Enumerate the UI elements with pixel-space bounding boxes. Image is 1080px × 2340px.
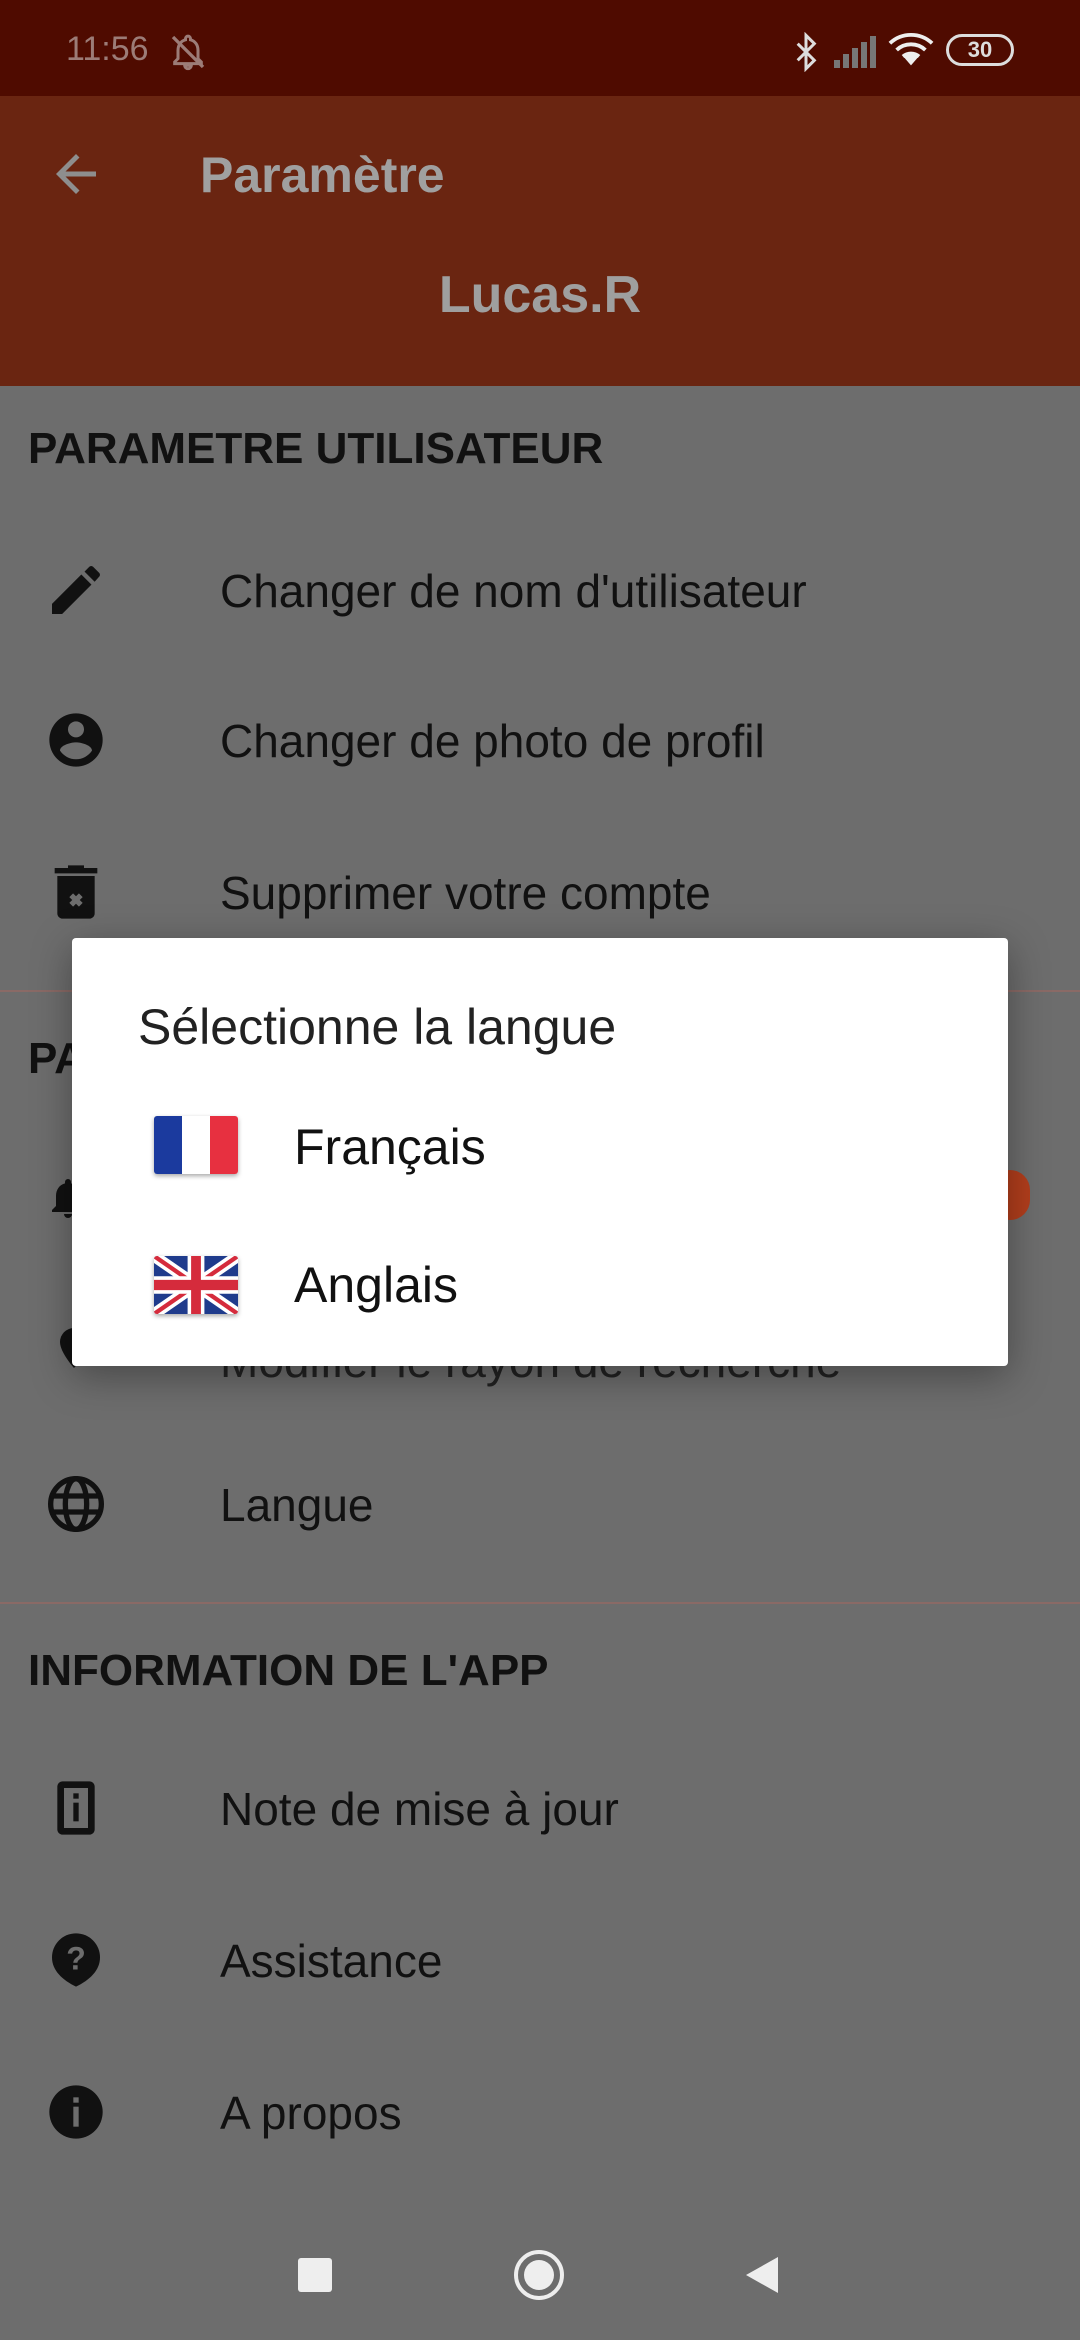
bluetooth-icon xyxy=(796,32,817,72)
settings-item-label: Assistance xyxy=(220,1935,443,1987)
settings-item-label: Note de mise à jour xyxy=(220,1783,619,1835)
language-option-english[interactable]: Anglais xyxy=(72,1220,1008,1350)
settings-item-label: Changer de photo de profil xyxy=(220,715,765,767)
recent-apps-button[interactable] xyxy=(298,2258,332,2292)
notifications-off-icon xyxy=(171,34,205,71)
settings-item-language[interactable]: Langue xyxy=(0,1454,1080,1554)
france-flag-icon xyxy=(154,1116,238,1174)
language-dialog: Sélectionne la langue Français Anglais xyxy=(72,938,1008,1366)
uk-flag-icon xyxy=(154,1256,238,1314)
battery-indicator: 30 xyxy=(946,34,1014,66)
settings-item-label: A propos xyxy=(220,2087,402,2139)
delete-icon xyxy=(54,865,98,919)
home-button[interactable] xyxy=(512,2248,566,2302)
settings-item-delete-account[interactable]: Supprimer votre compte xyxy=(0,842,1080,942)
language-option-french[interactable]: Français xyxy=(72,1080,1008,1210)
section-title-app-info: INFORMATION DE L'APP xyxy=(28,1646,549,1695)
wifi-icon xyxy=(888,33,934,66)
language-option-label: Français xyxy=(294,1119,486,1175)
section-divider xyxy=(0,1602,1080,1604)
settings-item-release-notes[interactable]: Note de mise à jour xyxy=(0,1758,1080,1858)
language-option-label: Anglais xyxy=(294,1257,458,1313)
globe-icon xyxy=(48,1476,104,1532)
settings-item-label: Changer de nom d'utilisateur xyxy=(220,565,807,617)
settings-item-about[interactable]: A propos xyxy=(0,2062,1080,2162)
settings-item-change-photo[interactable]: Changer de photo de profil xyxy=(0,690,1080,790)
section-title-user-settings: PARAMETRE UTILISATEUR xyxy=(28,424,604,473)
svg-text:?: ? xyxy=(66,1940,86,1976)
back-arrow-icon[interactable] xyxy=(46,144,106,204)
back-button[interactable] xyxy=(742,2254,780,2296)
dialog-title: Sélectionne la langue xyxy=(138,999,617,1055)
settings-item-assistance[interactable]: ? Assistance xyxy=(0,1910,1080,2010)
pencil-icon xyxy=(52,566,100,614)
status-time: 11:56 xyxy=(66,30,149,68)
info-box-icon xyxy=(57,1781,95,1835)
help-icon: ? xyxy=(52,1933,100,1987)
username-label: Lucas.R xyxy=(438,266,642,324)
settings-item-label: Supprimer votre compte xyxy=(220,867,711,919)
signal-icon xyxy=(834,36,876,68)
settings-item-change-username[interactable]: Changer de nom d'utilisateur xyxy=(0,540,1080,640)
app-bar xyxy=(0,96,1080,386)
info-icon xyxy=(49,2085,103,2139)
account-circle-icon xyxy=(49,713,103,767)
page-title: Paramètre xyxy=(200,147,445,203)
settings-item-label: Langue xyxy=(220,1479,374,1531)
